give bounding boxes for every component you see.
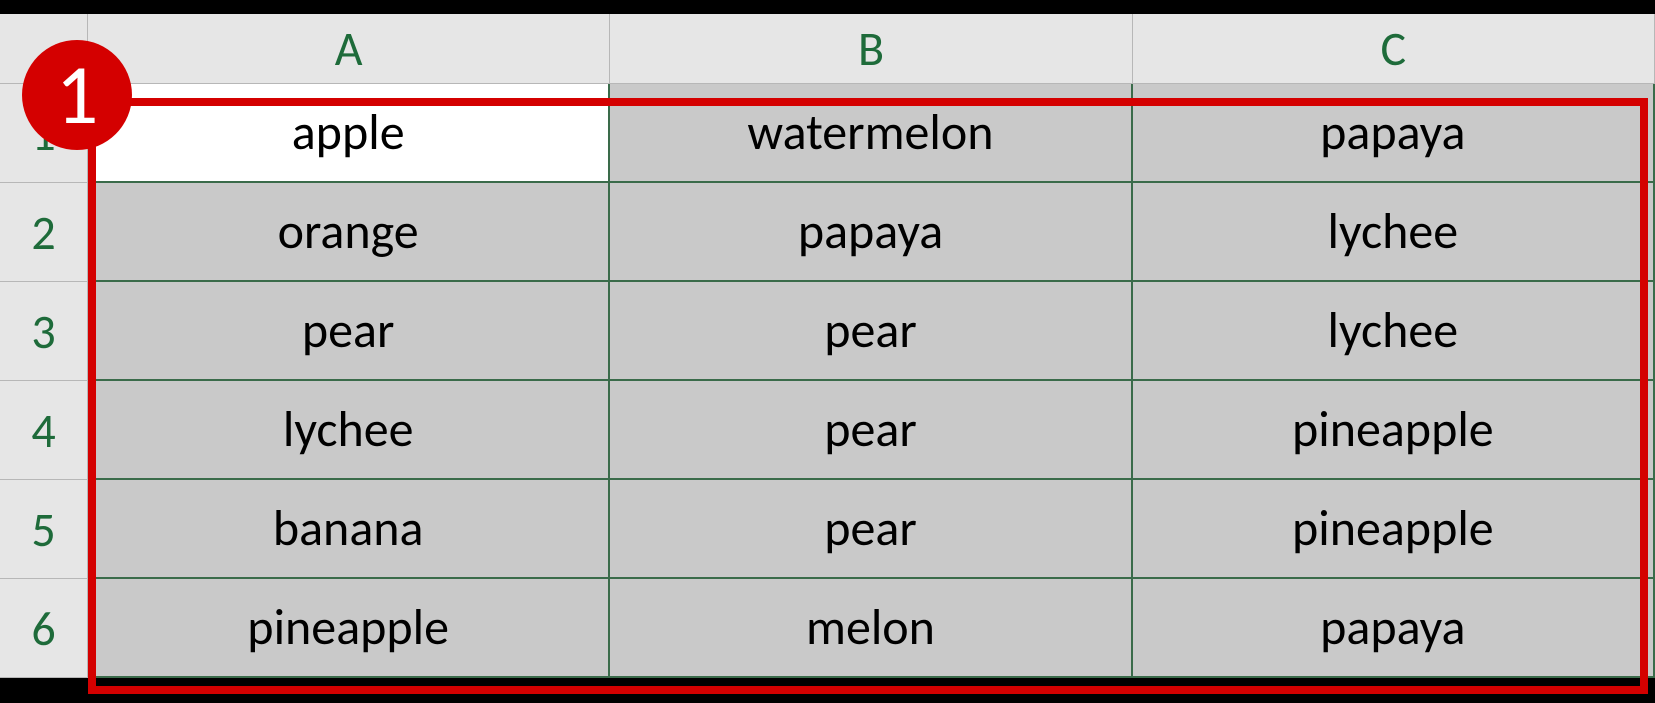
cell-A5[interactable]: banana	[88, 480, 610, 579]
column-header-row: A B C	[0, 14, 1655, 84]
row-3: 3 pear pear lychee	[0, 282, 1655, 381]
cell-A4[interactable]: lychee	[88, 381, 610, 480]
cell-B2[interactable]: papaya	[610, 183, 1132, 282]
cell-A1[interactable]: apple	[88, 84, 610, 183]
row-2: 2 orange papaya lychee	[0, 183, 1655, 282]
column-header-A[interactable]: A	[88, 14, 610, 84]
row-header-5[interactable]: 5	[0, 480, 88, 579]
row-header-6[interactable]: 6	[0, 579, 88, 678]
row-4: 4 lychee pear pineapple	[0, 381, 1655, 480]
row-1: 1 apple watermelon papaya	[0, 84, 1655, 183]
cell-B3[interactable]: pear	[610, 282, 1132, 381]
annotation-badge-1: 1	[22, 40, 132, 150]
row-header-2[interactable]: 2	[0, 183, 88, 282]
cell-C4[interactable]: pineapple	[1133, 381, 1655, 480]
cell-A2[interactable]: orange	[88, 183, 610, 282]
cell-B1[interactable]: watermelon	[610, 84, 1132, 183]
cell-A3[interactable]: pear	[88, 282, 610, 381]
row-header-4[interactable]: 4	[0, 381, 88, 480]
cell-B6[interactable]: melon	[610, 579, 1132, 678]
cell-C3[interactable]: lychee	[1133, 282, 1655, 381]
column-header-B[interactable]: B	[610, 14, 1132, 84]
cell-B4[interactable]: pear	[610, 381, 1132, 480]
spreadsheet-grid: A B C 1 apple watermelon papaya 2 orange…	[0, 14, 1655, 678]
cell-C5[interactable]: pineapple	[1133, 480, 1655, 579]
cell-C1[interactable]: papaya	[1133, 84, 1655, 183]
cell-C2[interactable]: lychee	[1133, 183, 1655, 282]
row-6: 6 pineapple melon papaya	[0, 579, 1655, 678]
cell-A6[interactable]: pineapple	[88, 579, 610, 678]
cell-B5[interactable]: pear	[610, 480, 1132, 579]
cell-C6[interactable]: papaya	[1133, 579, 1655, 678]
row-header-3[interactable]: 3	[0, 282, 88, 381]
column-header-C[interactable]: C	[1133, 14, 1655, 84]
row-5: 5 banana pear pineapple	[0, 480, 1655, 579]
